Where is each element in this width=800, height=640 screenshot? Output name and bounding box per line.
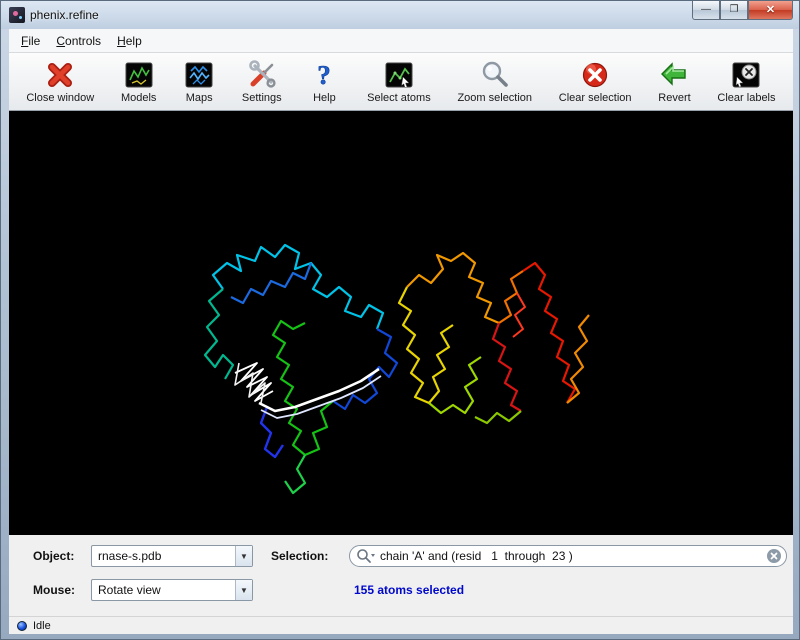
toolbar-label: Clear selection: [559, 92, 632, 104]
window-title: phenix.refine: [30, 8, 99, 22]
selection-input[interactable]: chain 'A' and (resid 1 through 23 ): [349, 545, 787, 567]
app-icon: [9, 7, 25, 23]
chevron-down-icon: ▼: [235, 580, 252, 600]
toolbar-clear-labels[interactable]: Clear labels: [713, 57, 779, 106]
object-dropdown[interactable]: rnase-s.pdb ▼: [91, 545, 253, 567]
close-icon: ✕: [766, 5, 775, 16]
zoom-selection-icon: [479, 59, 511, 91]
clear-field-icon[interactable]: [766, 548, 782, 564]
minimize-button[interactable]: —: [692, 1, 720, 20]
search-icon: [356, 548, 376, 564]
object-dropdown-value: rnase-s.pdb: [92, 549, 235, 563]
close-button[interactable]: ✕: [748, 1, 793, 20]
toolbar-close-window[interactable]: Close window: [22, 57, 98, 106]
toolbar-label: Zoom selection: [457, 92, 532, 104]
molecule-viewport[interactable]: [9, 111, 793, 535]
toolbar-label: Select atoms: [367, 92, 431, 104]
protein-trace: [9, 111, 793, 535]
minimize-icon: —: [701, 5, 711, 15]
toolbar-select-atoms[interactable]: Select atoms: [363, 57, 435, 106]
app-window: phenix.refine — ❐ ✕ File Controls Help C…: [0, 0, 800, 640]
toolbar-label: Help: [313, 92, 336, 104]
maps-icon: [183, 59, 215, 91]
titlebar: phenix.refine — ❐ ✕: [1, 1, 800, 29]
toolbar-models[interactable]: Models: [117, 57, 160, 106]
statusbar: Idle: [9, 616, 793, 634]
toolbar-maps[interactable]: Maps: [179, 57, 219, 106]
chevron-down-icon: ▼: [235, 546, 252, 566]
select-atoms-icon: [383, 59, 415, 91]
maximize-button[interactable]: ❐: [720, 1, 748, 20]
revert-icon: [658, 59, 690, 91]
controls-panel: Object: rnase-s.pdb ▼ Selection: chain '…: [9, 535, 793, 616]
toolbar-settings[interactable]: Settings: [238, 57, 286, 106]
toolbar-label: Clear labels: [717, 92, 775, 104]
mouse-dropdown[interactable]: Rotate view ▼: [91, 579, 253, 601]
mouse-dropdown-value: Rotate view: [92, 583, 235, 597]
mouse-label: Mouse:: [33, 583, 75, 597]
svg-text:?: ?: [318, 60, 332, 90]
toolbar-clear-selection[interactable]: Clear selection: [555, 57, 636, 106]
menu-help[interactable]: Help: [109, 31, 150, 51]
clear-selection-icon: [579, 59, 611, 91]
models-icon: [123, 59, 155, 91]
close-window-icon: [44, 59, 76, 91]
status-text: Idle: [33, 620, 51, 632]
help-icon: ?: [308, 59, 340, 91]
selection-label: Selection:: [271, 549, 328, 563]
toolbar-label: Revert: [658, 92, 690, 104]
menubar: File Controls Help: [9, 29, 793, 53]
clear-labels-icon: [730, 59, 762, 91]
toolbar-revert[interactable]: Revert: [654, 57, 694, 106]
toolbar-label: Models: [121, 92, 156, 104]
settings-icon: [246, 59, 278, 91]
toolbar-label: Close window: [26, 92, 94, 104]
object-label: Object:: [33, 549, 74, 563]
atoms-selected-text: 155 atoms selected: [354, 583, 464, 597]
menu-file[interactable]: File: [13, 31, 48, 51]
selection-value: chain 'A' and (resid 1 through 23 ): [380, 549, 766, 563]
status-led-icon: [17, 621, 27, 631]
toolbar-label: Settings: [242, 92, 282, 104]
toolbar-label: Maps: [186, 92, 213, 104]
toolbar: Close window Models Maps: [9, 53, 793, 111]
menu-controls[interactable]: Controls: [48, 31, 109, 51]
toolbar-help[interactable]: ? Help: [304, 57, 344, 106]
toolbar-zoom-selection[interactable]: Zoom selection: [453, 57, 536, 106]
maximize-icon: ❐: [730, 5, 739, 15]
window-controls: — ❐ ✕: [692, 1, 793, 20]
